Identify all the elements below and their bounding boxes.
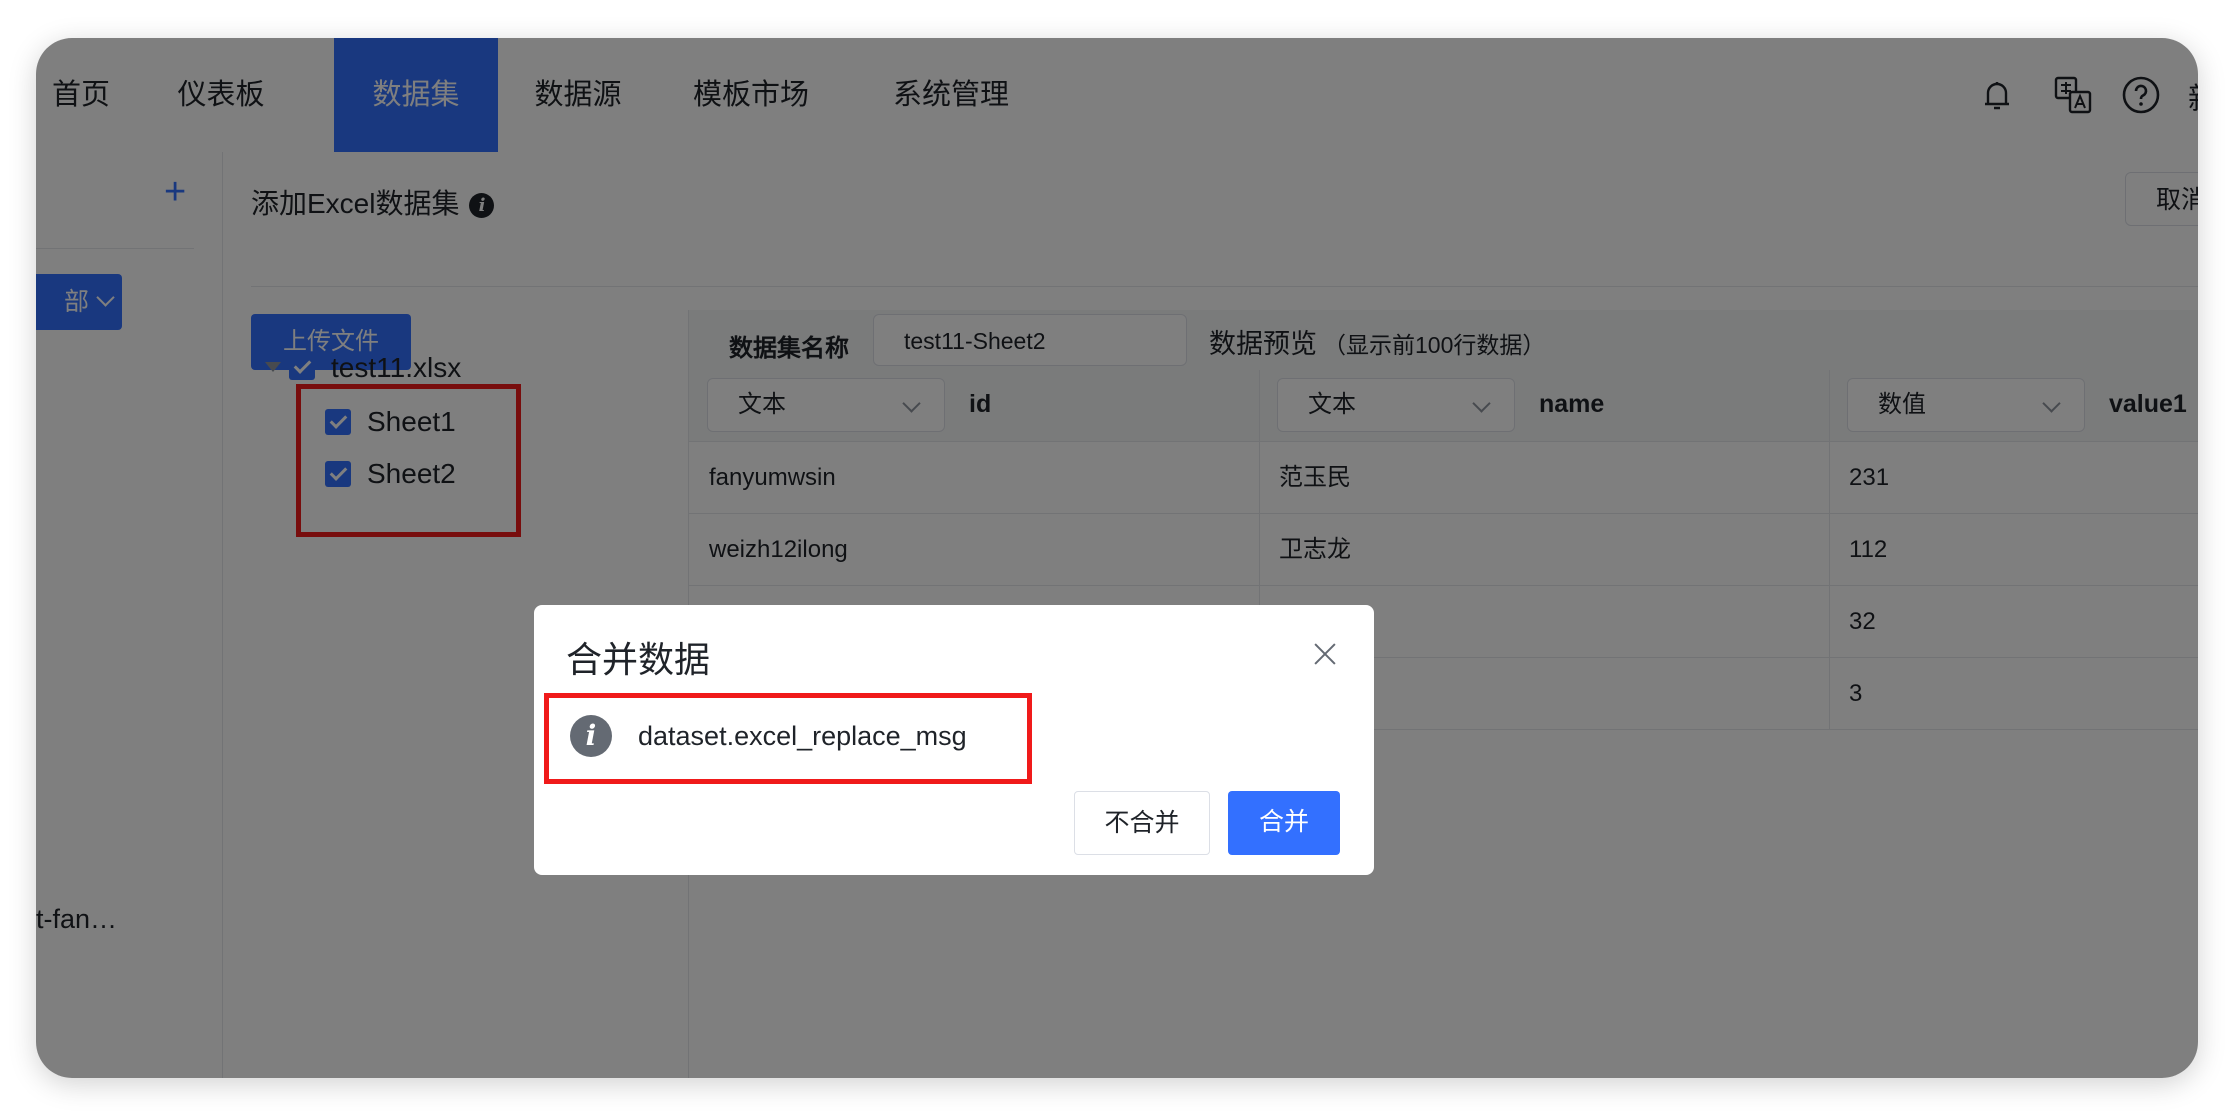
- dialog-title: 合并数据: [566, 639, 711, 680]
- highlight-box-message: [544, 693, 1032, 784]
- no-merge-button[interactable]: 不合并: [1074, 791, 1210, 855]
- app-window: 首页 仪表板 数据集 数据源 模板市场 系统管理 新 + 部 t-fan… 添加…: [36, 38, 2198, 1078]
- close-icon[interactable]: [1308, 637, 1342, 671]
- modal-overlay[interactable]: [36, 38, 2198, 1078]
- merge-data-dialog: 合并数据 i dataset.excel_replace_msg 不合并 合并: [534, 605, 1374, 875]
- merge-button[interactable]: 合并: [1228, 791, 1340, 855]
